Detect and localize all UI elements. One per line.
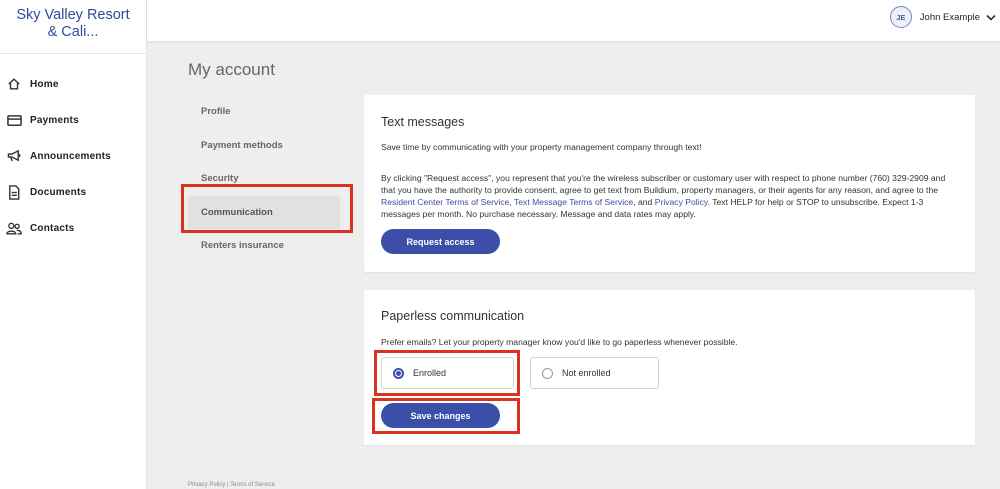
save-changes-button[interactable]: Save changes	[381, 403, 500, 428]
sidebar-item-label: Documents	[30, 186, 87, 198]
radio-checked-icon	[393, 367, 404, 379]
enrolled-option[interactable]: Enrolled	[381, 357, 514, 389]
brand-line-2: & Cali...	[47, 24, 99, 40]
sidebar-item-contacts[interactable]: Contacts	[0, 210, 146, 246]
sidebar-item-label: Announcements	[30, 150, 111, 162]
tab-security[interactable]: Security	[188, 162, 340, 196]
sidebar-item-label: Payments	[30, 114, 79, 126]
brand-name[interactable]: Sky Valley Resort & Cali...	[0, 0, 146, 54]
text-messages-card: Text messages Save time by communicating…	[364, 95, 975, 272]
text-message-terms-link[interactable]: Text Message Terms of Service	[514, 197, 633, 207]
consent-separator: , and	[633, 197, 655, 207]
chevron-down-icon	[986, 8, 996, 26]
tab-renters-insurance[interactable]: Renters insurance	[188, 229, 340, 263]
sidebar-item-home[interactable]: Home	[0, 66, 146, 102]
tab-payment-methods[interactable]: Payment methods	[188, 129, 340, 163]
not-enrolled-label: Not enrolled	[562, 368, 611, 378]
sidebar-nav: Home Payments Announcements Documents Co…	[0, 54, 146, 246]
contacts-icon	[6, 220, 22, 236]
sidebar-item-payments[interactable]: Payments	[0, 102, 146, 138]
document-icon	[6, 184, 22, 200]
tab-communication[interactable]: Communication	[188, 195, 340, 229]
paperless-title: Paperless communication	[381, 309, 525, 323]
enrolled-label: Enrolled	[413, 368, 447, 378]
home-icon	[6, 76, 22, 92]
top-header: JE John Example	[147, 0, 1000, 41]
text-messages-intro: Save time by communicating with your pro…	[381, 142, 702, 152]
request-access-button[interactable]: Request access	[381, 229, 500, 254]
sidebar-item-announcements[interactable]: Announcements	[0, 138, 146, 174]
brand-line-1: Sky Valley Resort	[16, 7, 130, 23]
consent-text-part-1: By clicking "Request access", you repres…	[381, 173, 946, 195]
sidebar-item-label: Home	[30, 78, 59, 90]
paperless-intro: Prefer emails? Let your property manager…	[381, 337, 738, 347]
user-name: John Example	[919, 11, 980, 23]
user-menu[interactable]: JE John Example	[889, 6, 996, 28]
radio-unchecked-icon	[542, 367, 553, 379]
sidebar: Sky Valley Resort & Cali... Home Payment…	[0, 0, 147, 489]
tab-profile[interactable]: Profile	[188, 95, 340, 129]
sidebar-item-documents[interactable]: Documents	[0, 174, 146, 210]
avatar: JE	[889, 6, 912, 28]
text-messages-title: Text messages	[381, 115, 465, 129]
paperless-card: Paperless communication Prefer emails? L…	[364, 290, 975, 445]
page-title: My account	[188, 60, 275, 79]
not-enrolled-option[interactable]: Not enrolled	[530, 357, 659, 389]
consent-text: By clicking "Request access", you repres…	[381, 172, 957, 220]
megaphone-icon	[6, 148, 22, 164]
sidebar-item-label: Contacts	[30, 222, 75, 234]
credit-card-icon	[6, 112, 22, 128]
privacy-policy-link[interactable]: Privacy Policy	[655, 197, 708, 207]
footer-links: Privacy Policy | Terms of Service	[188, 482, 275, 488]
account-subnav: Profile Payment methods Security Communi…	[188, 95, 340, 263]
resident-terms-link[interactable]: Resident Center Terms of Service	[381, 197, 509, 207]
